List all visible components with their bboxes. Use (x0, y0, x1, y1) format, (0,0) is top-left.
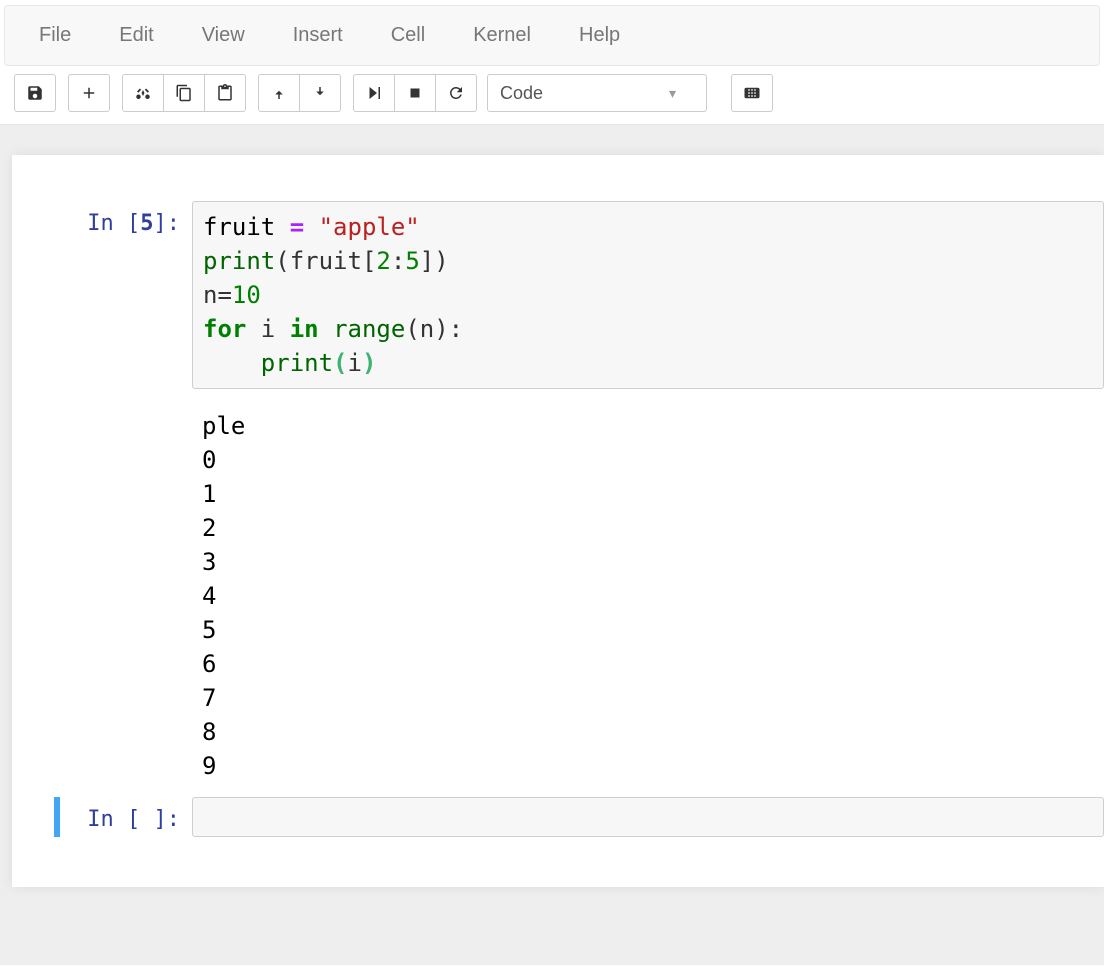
run-icon (365, 84, 383, 102)
output-cell: ple 0 1 2 3 4 5 6 7 8 9 (12, 399, 1104, 787)
arrow-down-icon (311, 84, 329, 102)
notebook: In [5]: fruit = "apple" print(fruit[2:5]… (12, 155, 1104, 887)
arrow-up-icon (270, 84, 288, 102)
run-button[interactable] (353, 74, 395, 112)
menu-file[interactable]: File (15, 6, 95, 65)
code-cell[interactable]: In [5]: fruit = "apple" print(fruit[2:5]… (12, 197, 1104, 393)
output-prompt (12, 403, 192, 783)
input-prompt: In [ ]: (12, 797, 192, 837)
input-prompt: In [5]: (12, 201, 192, 389)
move-up-button[interactable] (258, 74, 300, 112)
keyboard-icon (743, 84, 761, 102)
menubar: File Edit View Insert Cell Kernel Help (4, 5, 1100, 66)
menu-edit[interactable]: Edit (95, 6, 177, 65)
scissors-icon (134, 84, 152, 102)
paste-button[interactable] (204, 74, 246, 112)
save-button[interactable] (14, 74, 56, 112)
toolbar: Code ▾ (0, 66, 1104, 125)
chevron-down-icon: ▾ (669, 85, 676, 102)
interrupt-button[interactable] (394, 74, 436, 112)
save-icon (26, 84, 44, 102)
menu-help[interactable]: Help (555, 6, 644, 65)
stop-icon (406, 84, 424, 102)
cell-output: ple 0 1 2 3 4 5 6 7 8 9 (192, 403, 255, 783)
celltype-select[interactable]: Code ▾ (487, 74, 707, 112)
restart-button[interactable] (435, 74, 477, 112)
cut-button[interactable] (122, 74, 164, 112)
celltype-label: Code (500, 83, 543, 104)
plus-icon (80, 84, 98, 102)
menu-insert[interactable]: Insert (269, 6, 367, 65)
notebook-area: In [5]: fruit = "apple" print(fruit[2:5]… (0, 125, 1104, 965)
code-cell[interactable]: In [ ]: (12, 793, 1104, 841)
copy-icon (175, 84, 193, 102)
restart-icon (447, 84, 465, 102)
insert-cell-button[interactable] (68, 74, 110, 112)
code-input[interactable] (192, 797, 1104, 837)
menu-kernel[interactable]: Kernel (449, 6, 555, 65)
paste-icon (216, 84, 234, 102)
copy-button[interactable] (163, 74, 205, 112)
move-down-button[interactable] (299, 74, 341, 112)
menu-view[interactable]: View (178, 6, 269, 65)
menu-cell[interactable]: Cell (367, 6, 449, 65)
command-palette-button[interactable] (731, 74, 773, 112)
code-input[interactable]: fruit = "apple" print(fruit[2:5]) n=10 f… (192, 201, 1104, 389)
